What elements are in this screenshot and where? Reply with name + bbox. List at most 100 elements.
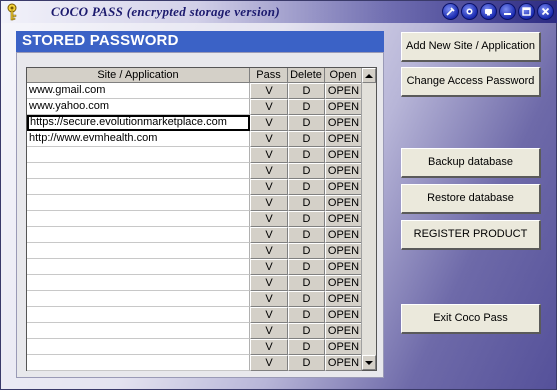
arrow-up-icon (365, 73, 373, 78)
pin-icon[interactable] (442, 3, 459, 20)
open-button[interactable]: OPEN (325, 115, 362, 131)
open-button[interactable]: OPEN (325, 275, 362, 291)
register-product-button[interactable]: REGISTER PRODUCT (401, 220, 541, 250)
open-button[interactable]: OPEN (325, 195, 362, 211)
delete-button[interactable]: D (288, 195, 325, 211)
title-bar[interactable]: COCO PASS (encrypted storage version) (1, 1, 557, 23)
delete-button[interactable]: D (288, 323, 325, 339)
open-button[interactable]: OPEN (325, 227, 362, 243)
open-button[interactable]: OPEN (325, 339, 362, 355)
site-cell[interactable] (27, 323, 250, 339)
view-password-button[interactable]: V (250, 275, 288, 291)
delete-button[interactable]: D (288, 227, 325, 243)
view-password-button[interactable]: V (250, 211, 288, 227)
delete-button[interactable]: D (288, 115, 325, 131)
site-cell[interactable]: http://www.evmhealth.com (27, 131, 250, 147)
delete-button[interactable]: D (288, 83, 325, 99)
change-password-button[interactable]: Change Access Password (401, 67, 541, 97)
view-password-button[interactable]: V (250, 339, 288, 355)
table-row: V D OPEN (27, 179, 362, 195)
site-cell[interactable] (27, 211, 250, 227)
open-button[interactable]: OPEN (325, 307, 362, 323)
vertical-scrollbar[interactable] (361, 68, 376, 370)
delete-button[interactable]: D (288, 243, 325, 259)
site-cell[interactable] (27, 227, 250, 243)
view-password-button[interactable]: V (250, 259, 288, 275)
delete-button[interactable]: D (288, 163, 325, 179)
open-button[interactable]: OPEN (325, 211, 362, 227)
table-row: V D OPEN (27, 163, 362, 179)
open-button[interactable]: OPEN (325, 355, 362, 371)
delete-button[interactable]: D (288, 259, 325, 275)
view-password-button[interactable]: V (250, 227, 288, 243)
add-site-button[interactable]: Add New Site / Application (401, 32, 541, 62)
exit-button[interactable]: Exit Coco Pass (401, 304, 541, 334)
site-cell[interactable] (27, 355, 250, 371)
view-password-button[interactable]: V (250, 163, 288, 179)
view-password-button[interactable]: V (250, 195, 288, 211)
site-cell[interactable]: www.yahoo.com (27, 99, 250, 115)
view-password-button[interactable]: V (250, 243, 288, 259)
delete-button[interactable]: D (288, 147, 325, 163)
delete-button[interactable]: D (288, 339, 325, 355)
delete-button[interactable]: D (288, 99, 325, 115)
site-cell[interactable] (27, 179, 250, 195)
open-button[interactable]: OPEN (325, 291, 362, 307)
scroll-up-button[interactable] (362, 68, 376, 83)
close-icon[interactable] (537, 3, 554, 20)
column-header-delete[interactable]: Delete (288, 68, 325, 83)
column-header-open[interactable]: Open (325, 68, 362, 83)
site-cell[interactable]: www.gmail.com (27, 83, 250, 99)
site-cell[interactable] (27, 291, 250, 307)
info-icon[interactable] (480, 3, 497, 20)
minimize-icon[interactable] (499, 3, 516, 20)
help-icon[interactable] (461, 3, 478, 20)
open-button[interactable]: OPEN (325, 147, 362, 163)
delete-button[interactable]: D (288, 355, 325, 371)
view-password-button[interactable]: V (250, 99, 288, 115)
view-password-button[interactable]: V (250, 131, 288, 147)
site-cell[interactable] (27, 243, 250, 259)
open-button[interactable]: OPEN (325, 163, 362, 179)
view-password-button[interactable]: V (250, 83, 288, 99)
view-password-button[interactable]: V (250, 323, 288, 339)
site-cell[interactable] (27, 275, 250, 291)
site-cell[interactable] (27, 147, 250, 163)
delete-button[interactable]: D (288, 275, 325, 291)
table-header: Site / Application Pass Delete Open (27, 68, 362, 83)
view-password-button[interactable]: V (250, 291, 288, 307)
site-cell[interactable] (27, 339, 250, 355)
open-button[interactable]: OPEN (325, 179, 362, 195)
delete-button[interactable]: D (288, 131, 325, 147)
delete-button[interactable]: D (288, 307, 325, 323)
site-cell[interactable] (27, 195, 250, 211)
site-cell[interactable] (27, 259, 250, 275)
open-button[interactable]: OPEN (325, 99, 362, 115)
table-row: V D OPEN (27, 291, 362, 307)
open-button[interactable]: OPEN (325, 83, 362, 99)
delete-button[interactable]: D (288, 211, 325, 227)
table-rows: www.gmail.com V D OPEN www.yahoo.com V D OPEN ht… (27, 83, 362, 371)
open-button[interactable]: OPEN (325, 259, 362, 275)
view-password-button[interactable]: V (250, 307, 288, 323)
site-cell[interactable]: https://secure.evolutionmarketplace.com (27, 115, 250, 131)
open-button[interactable]: OPEN (325, 243, 362, 259)
delete-button[interactable]: D (288, 291, 325, 307)
delete-button[interactable]: D (288, 179, 325, 195)
backup-database-button[interactable]: Backup database (401, 148, 541, 178)
open-button[interactable]: OPEN (325, 323, 362, 339)
restore-database-button[interactable]: Restore database (401, 184, 541, 214)
scroll-down-button[interactable] (362, 355, 376, 370)
site-cell[interactable] (27, 307, 250, 323)
site-cell[interactable] (27, 163, 250, 179)
table-row: www.yahoo.com V D OPEN (27, 99, 362, 115)
view-password-button[interactable]: V (250, 147, 288, 163)
view-password-button[interactable]: V (250, 355, 288, 371)
maximize-icon[interactable] (518, 3, 535, 20)
view-password-button[interactable]: V (250, 179, 288, 195)
column-header-site[interactable]: Site / Application (27, 68, 250, 83)
view-password-button[interactable]: V (250, 115, 288, 131)
column-header-pass[interactable]: Pass (250, 68, 288, 83)
open-button[interactable]: OPEN (325, 131, 362, 147)
title-buttons (442, 3, 554, 20)
